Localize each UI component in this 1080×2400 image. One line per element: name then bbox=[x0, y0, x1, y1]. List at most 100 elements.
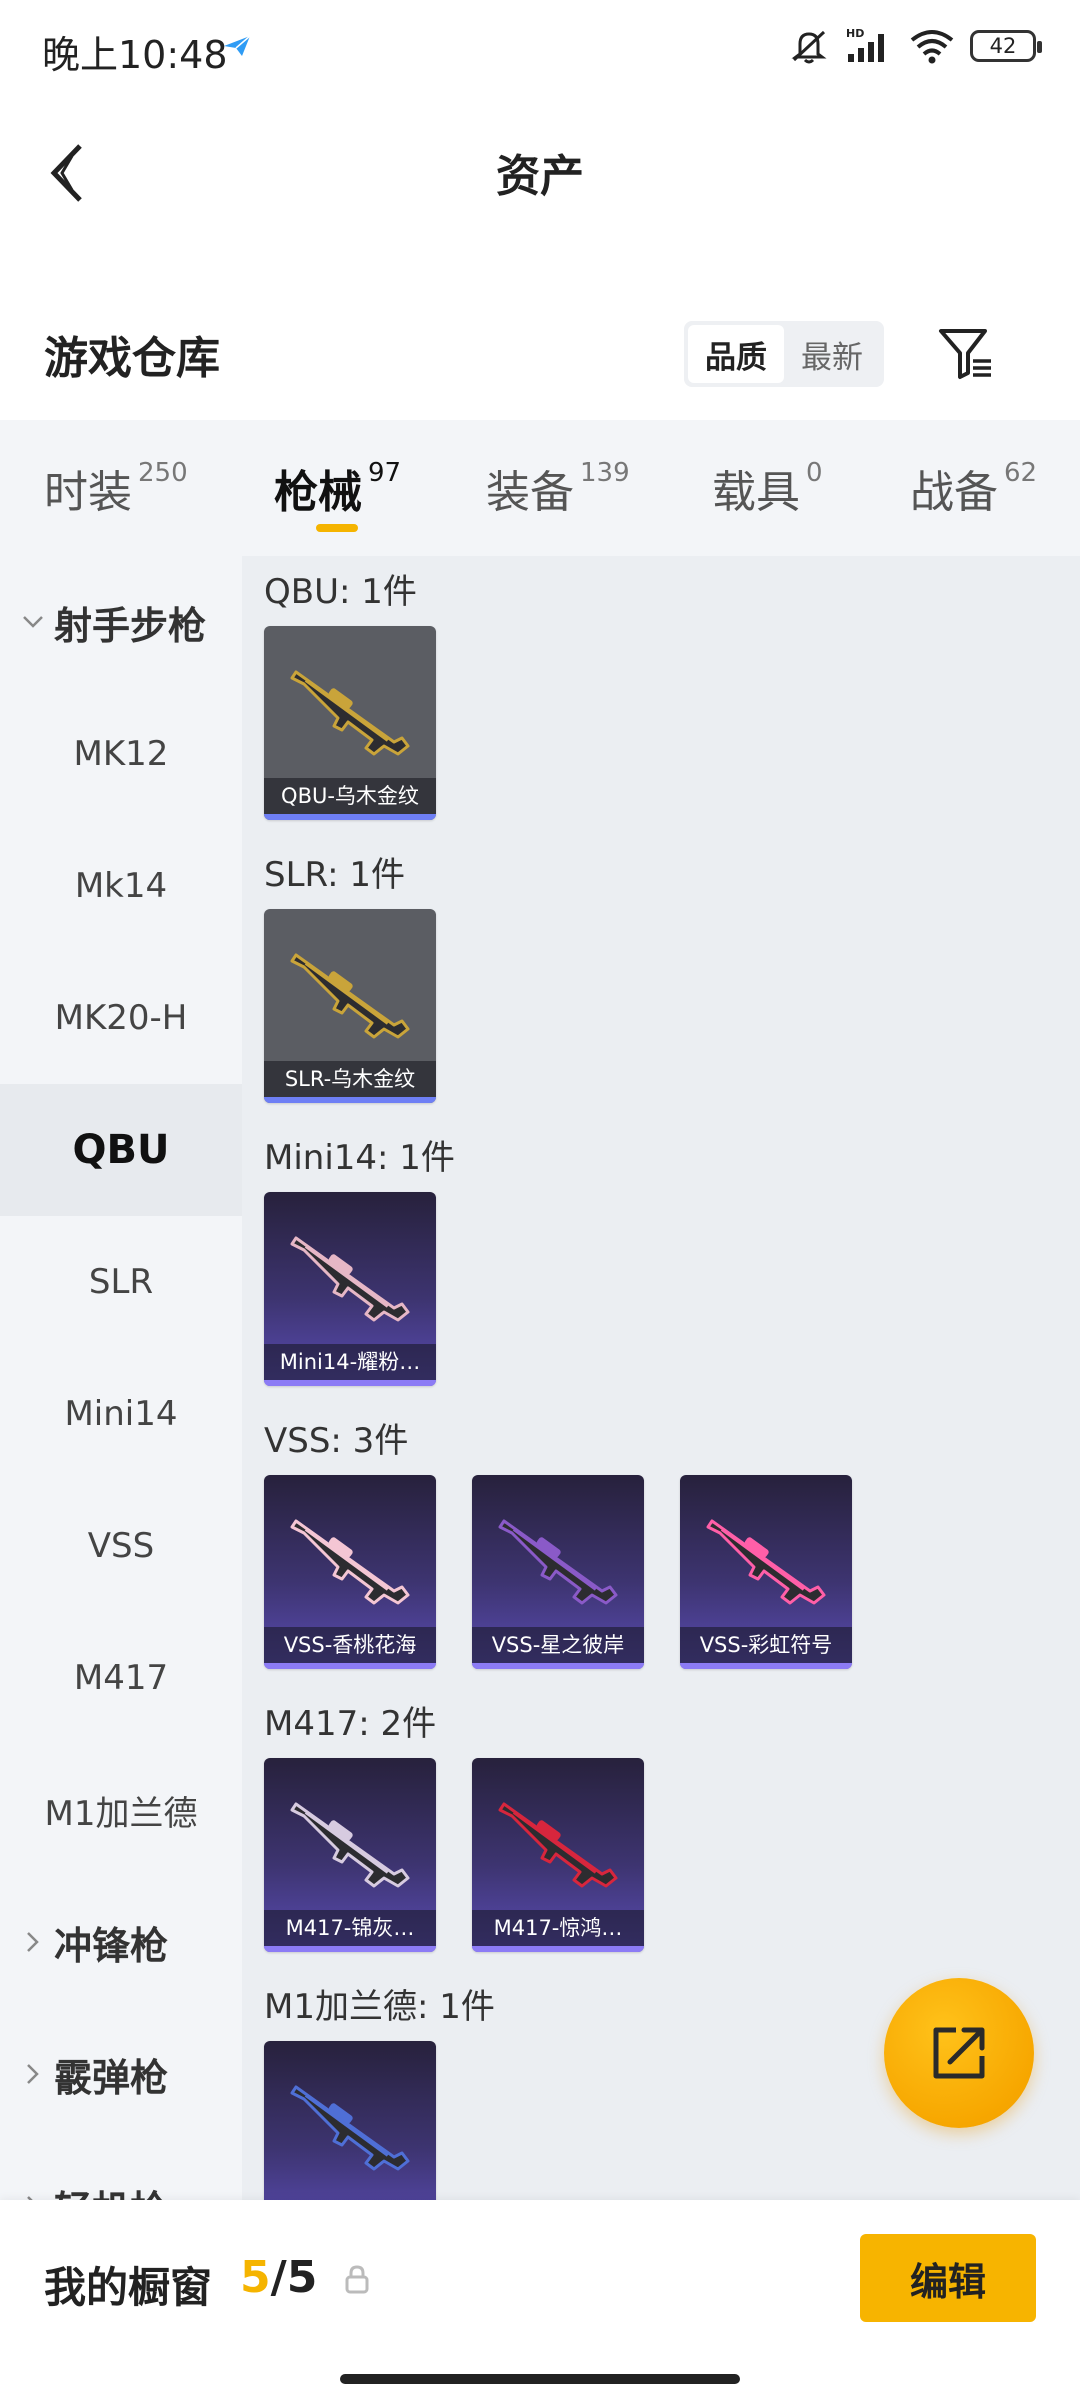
item-name: M417-锦灰… bbox=[264, 1910, 436, 1946]
gun-icon bbox=[498, 1519, 618, 1605]
tab-label: 枪械 bbox=[274, 467, 362, 518]
wifi-icon bbox=[910, 30, 954, 64]
paper-plane-icon bbox=[224, 35, 251, 56]
edit-button[interactable]: 编辑 bbox=[860, 2234, 1036, 2322]
chevron-right-icon bbox=[18, 2063, 48, 2085]
quality-bar bbox=[264, 1380, 436, 1386]
tab-label: 战备 bbox=[910, 467, 998, 518]
item-name: QBU-乌木金纹 bbox=[264, 778, 436, 814]
item-card[interactable] bbox=[264, 2041, 436, 2200]
tab-equipment[interactable]: 装备 139 bbox=[486, 456, 630, 520]
gun-icon bbox=[498, 1802, 618, 1888]
tab-count: 250 bbox=[138, 458, 188, 488]
sidebar-item-m1-garand[interactable]: M1加兰德 bbox=[0, 1744, 242, 1876]
group-header: M417: 2件 bbox=[264, 1704, 437, 1744]
item-grid: QBU: 1件 QBU-乌木金纹 SLR: 1件 SLR-乌木金纹 Mini14: 1件… bbox=[242, 556, 1080, 2200]
item-card[interactable]: VSS-星之彼岸 bbox=[472, 1475, 644, 1669]
item-name: VSS-香桃花海 bbox=[264, 1627, 436, 1663]
sidebar-group-label: 轻机枪 bbox=[54, 2179, 168, 2201]
tab-count: 139 bbox=[580, 458, 630, 488]
sidebar-group-label: 冲锋枪 bbox=[54, 1923, 169, 1968]
showcase-count-total: 5 bbox=[286, 2252, 318, 2303]
gun-icon bbox=[290, 670, 410, 756]
item-card[interactable]: M417-惊鸿… bbox=[472, 1758, 644, 1952]
item-card[interactable]: QBU-乌木金纹 bbox=[264, 626, 436, 820]
tab-vehicles[interactable]: 载具 0 bbox=[712, 456, 823, 520]
sidebar-item-mini14[interactable]: Mini14 bbox=[0, 1348, 242, 1480]
status-time: 晚上10:48 bbox=[42, 33, 228, 77]
quality-bar bbox=[264, 1097, 436, 1103]
lock-icon bbox=[345, 2265, 369, 2294]
svg-text:HD: HD bbox=[846, 27, 864, 40]
home-indicator bbox=[340, 2374, 740, 2384]
tab-count: 97 bbox=[368, 458, 402, 488]
item-card[interactable]: Mini14-耀粉… bbox=[264, 1192, 436, 1386]
sidebar-item-qbu[interactable]: QBU bbox=[0, 1084, 242, 1216]
item-card[interactable]: VSS-彩虹符号 bbox=[680, 1475, 852, 1669]
item-card[interactable]: M417-锦灰… bbox=[264, 1758, 436, 1952]
group-header: M1加兰德: 1件 bbox=[264, 1987, 495, 2027]
tab-count: 62 bbox=[1004, 458, 1038, 488]
item-name: M417-惊鸿… bbox=[472, 1910, 644, 1946]
quality-bar bbox=[264, 1946, 436, 1952]
sidebar-group-smg[interactable]: 冲锋枪 bbox=[0, 1876, 242, 2008]
gun-icon bbox=[706, 1519, 826, 1605]
showcase-count-current: 5 bbox=[240, 2252, 271, 2303]
item-card[interactable]: SLR-乌木金纹 bbox=[264, 909, 436, 1103]
quality-bar bbox=[472, 1946, 644, 1952]
sidebar-group-lmg[interactable]: 轻机枪 bbox=[0, 2140, 242, 2200]
filter-icon bbox=[939, 329, 991, 379]
showcase-count-separator: / bbox=[270, 2252, 287, 2303]
sidebar-item-mk12[interactable]: MK12 bbox=[0, 688, 242, 820]
share-icon bbox=[933, 2027, 985, 2079]
bottom-bar: 我的橱窗 5/5 编辑 bbox=[0, 2200, 1080, 2400]
sort-newest-button[interactable]: 最新 bbox=[784, 325, 880, 383]
tab-fashion[interactable]: 时装 250 bbox=[44, 456, 188, 520]
active-tab-indicator bbox=[316, 524, 358, 532]
chevron-right-icon bbox=[18, 1931, 48, 1953]
quality-bar bbox=[472, 1663, 644, 1669]
sidebar-group-marksman[interactable]: 射手步枪 bbox=[0, 556, 242, 688]
item-card[interactable]: VSS-香桃花海 bbox=[264, 1475, 436, 1669]
sort-toggle: 品质 最新 bbox=[684, 321, 884, 387]
gun-icon bbox=[290, 953, 410, 1039]
hd-signal-icon: HD bbox=[846, 27, 884, 62]
group-header: VSS: 3件 bbox=[264, 1421, 409, 1461]
gun-icon bbox=[290, 1519, 410, 1605]
tab-combat-gear[interactable]: 战备 62 bbox=[910, 456, 1037, 520]
page-title: 资产 bbox=[496, 151, 584, 202]
sidebar-item-slr[interactable]: SLR bbox=[0, 1216, 242, 1348]
quality-bar bbox=[264, 1663, 436, 1669]
tab-label: 装备 bbox=[486, 467, 574, 518]
group-header: QBU: 1件 bbox=[264, 572, 417, 612]
sidebar-item-m417[interactable]: M417 bbox=[0, 1612, 242, 1744]
status-bar: 晚上10:48 HD 42 bbox=[0, 0, 1080, 96]
group-header: SLR: 1件 bbox=[264, 855, 405, 895]
battery-icon: 42 bbox=[970, 30, 1042, 62]
tab-guns[interactable]: 枪械 97 bbox=[274, 456, 401, 520]
gun-icon bbox=[290, 2085, 410, 2171]
tab-label: 时装 bbox=[44, 467, 132, 518]
tab-label: 载具 bbox=[712, 467, 800, 518]
sidebar-group-shotgun[interactable]: 霰弹枪 bbox=[0, 2008, 242, 2140]
showcase-count: 5/5 bbox=[240, 2252, 317, 2303]
item-name: Mini14-耀粉… bbox=[264, 1344, 436, 1380]
share-button[interactable] bbox=[884, 1978, 1034, 2128]
item-name: VSS-星之彼岸 bbox=[472, 1627, 644, 1663]
category-tabs: 时装 250 枪械 97 装备 139 载具 0 战备 62 bbox=[0, 420, 1080, 556]
chevron-down-icon bbox=[18, 615, 48, 629]
status-icons: HD 42 bbox=[788, 26, 1042, 66]
sidebar-item-mk20h[interactable]: MK20-H bbox=[0, 952, 242, 1084]
group-header: Mini14: 1件 bbox=[264, 1138, 455, 1178]
showcase-label: 我的橱窗 bbox=[44, 2263, 213, 2312]
sidebar-item-mk14[interactable]: Mk14 bbox=[0, 820, 242, 952]
sidebar-item-vss[interactable]: VSS bbox=[0, 1480, 242, 1612]
sidebar-group-label: 射手步枪 bbox=[54, 603, 207, 648]
quality-bar bbox=[264, 814, 436, 820]
item-name: SLR-乌木金纹 bbox=[264, 1061, 436, 1097]
sort-quality-button[interactable]: 品质 bbox=[688, 325, 784, 383]
sidebar: 射手步枪 MK12 Mk14 MK20-H QBU SLR Mini14 VSS… bbox=[0, 556, 242, 2200]
gun-icon bbox=[290, 1802, 410, 1888]
filter-button[interactable] bbox=[930, 318, 1000, 388]
mute-icon bbox=[791, 30, 827, 64]
